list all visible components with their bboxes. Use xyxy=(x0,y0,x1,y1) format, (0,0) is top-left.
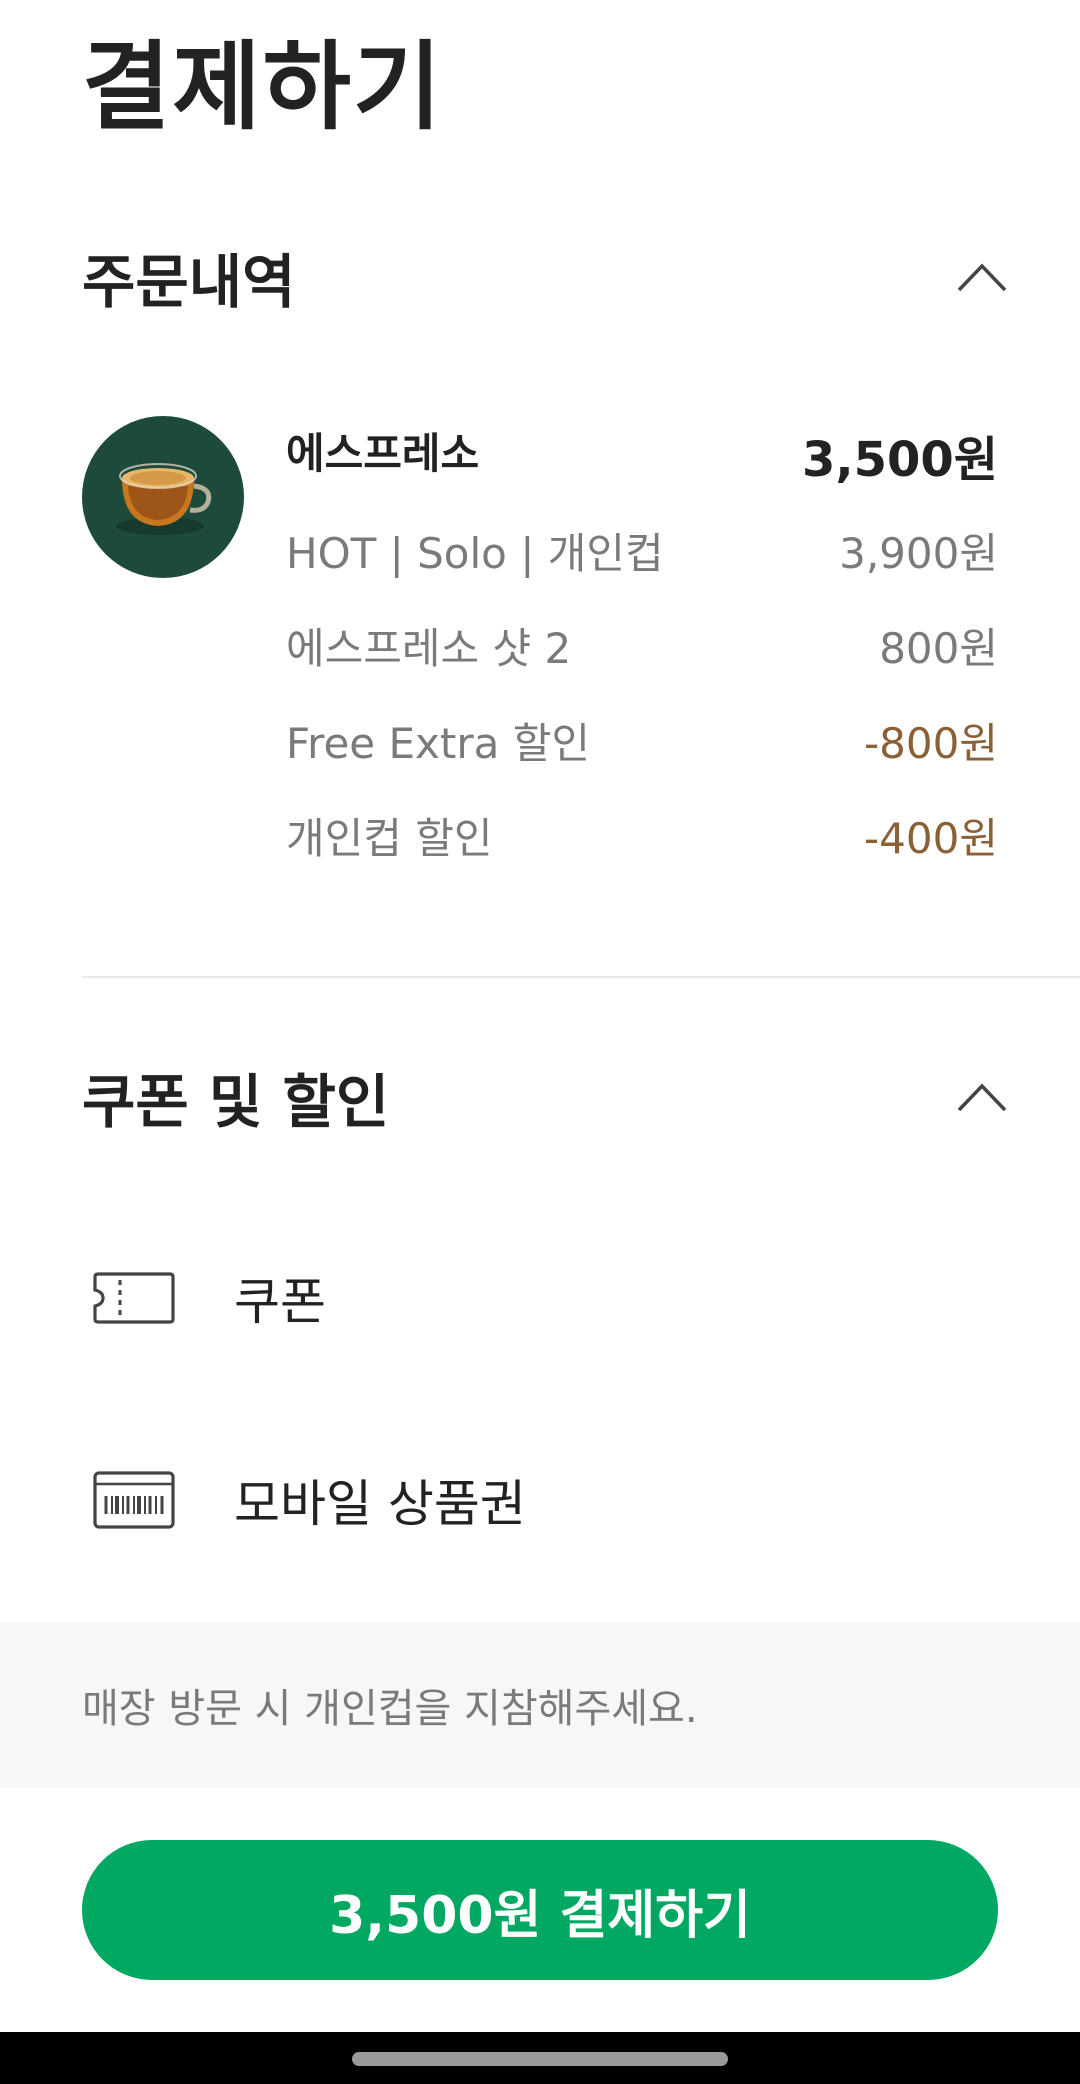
home-indicator[interactable] xyxy=(352,2052,728,2066)
espresso-cup-image xyxy=(82,416,244,578)
coupon-ticket-icon xyxy=(92,1270,176,1326)
gift-card-barcode-icon xyxy=(92,1471,176,1529)
notice-banner: 매장 방문 시 개인컵을 지참해주세요. xyxy=(0,1622,1080,1788)
item-option-row: 에스프레소 샷 2 800원 xyxy=(286,615,998,675)
discount-label: Free Extra 할인 xyxy=(286,718,590,768)
item-name: 에스프레소 xyxy=(286,429,480,478)
option-amount: 3,900원 xyxy=(839,528,998,578)
mobile-gift-card-label: 모바일 상품권 xyxy=(234,1475,526,1533)
option-amount: 800원 xyxy=(879,623,998,673)
item-discount-row: Free Extra 할인 -800원 xyxy=(286,710,998,770)
item-option-row: HOT | Solo | 개인컵 3,900원 xyxy=(286,520,998,580)
coupon-item[interactable]: 쿠폰 xyxy=(92,1258,326,1338)
option-label: 에스프레소 샷 2 xyxy=(286,623,572,673)
coupon-label: 쿠폰 xyxy=(234,1273,326,1331)
chevron-up-icon[interactable] xyxy=(954,249,1010,305)
section-divider xyxy=(82,976,1080,978)
chevron-up-icon[interactable] xyxy=(954,1069,1010,1125)
discount-label: 개인컵 할인 xyxy=(286,813,493,863)
order-section-header[interactable]: 주문내역 xyxy=(82,232,1010,322)
discount-amount: -800원 xyxy=(864,718,998,768)
order-section-title: 주문내역 xyxy=(82,248,296,316)
page-title: 결제하기 xyxy=(82,31,444,143)
discount-section-header[interactable]: 쿠폰 및 할인 xyxy=(82,1052,1010,1142)
discount-amount: -400원 xyxy=(864,813,998,863)
discount-section-title: 쿠폰 및 할인 xyxy=(82,1068,390,1136)
option-label: HOT | Solo | 개인컵 xyxy=(286,528,664,578)
item-discount-row: 개인컵 할인 -400원 xyxy=(286,805,998,865)
item-total: 3,500원 xyxy=(802,432,998,488)
notice-text: 매장 방문 시 개인컵을 지참해주세요. xyxy=(82,1686,698,1732)
mobile-gift-card-item[interactable]: 모바일 상품권 xyxy=(92,1460,526,1540)
pay-button[interactable]: 3,500원 결제하기 xyxy=(82,1840,998,1980)
